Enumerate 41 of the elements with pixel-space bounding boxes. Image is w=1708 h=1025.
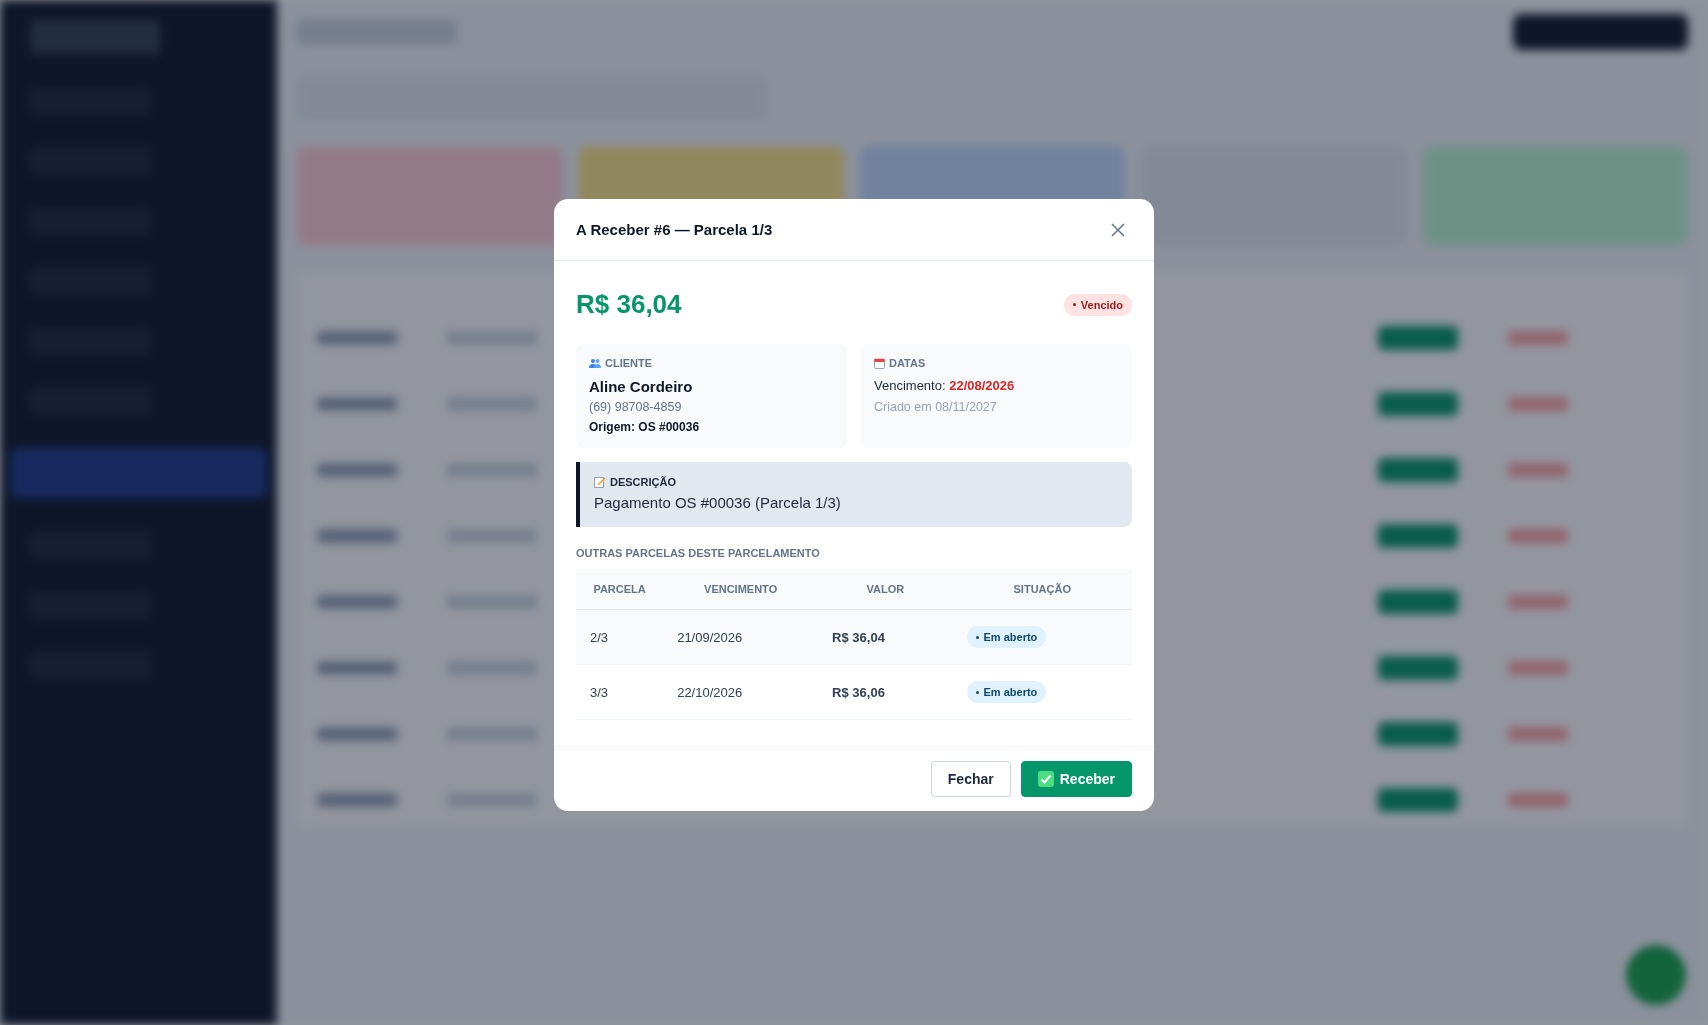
- status-badge: Vencido: [1063, 293, 1132, 316]
- calendar-icon: [874, 357, 885, 369]
- section-label: CLIENTE: [605, 357, 653, 369]
- action-placeholder: [1508, 397, 1568, 411]
- table-cell: 3/3: [576, 664, 664, 720]
- column-header: VENCIMENTO: [663, 569, 819, 610]
- table-cell: 2/3: [576, 609, 664, 665]
- action-placeholder: [1508, 463, 1568, 477]
- close-button[interactable]: Fechar: [930, 761, 1011, 797]
- check-icon: [1037, 771, 1054, 787]
- status-badge: Em aberto: [966, 681, 1047, 703]
- table-cell: R$ 36,04: [818, 609, 953, 665]
- action-placeholder: [1508, 661, 1568, 675]
- section-title: OUTRAS PARCELAS DESTE PARCELAMENTO: [576, 547, 821, 559]
- client-phone: (69) 98708-4859: [589, 400, 683, 414]
- table-cell: R$ 36,06: [818, 664, 953, 720]
- section-label: DATAS: [889, 357, 926, 369]
- memo-icon: [594, 476, 606, 488]
- column-header: VALOR: [818, 569, 953, 610]
- column-header: SITUAÇÃO: [952, 569, 1132, 610]
- people-icon: [589, 358, 601, 368]
- due-label: Vencimento:: [874, 378, 946, 393]
- receive-button[interactable]: Receber: [1020, 761, 1132, 797]
- column-header: PARCELA: [576, 569, 664, 610]
- action-placeholder: [1508, 331, 1568, 345]
- table-cell: 22/10/2026: [663, 664, 819, 720]
- action-placeholder: [1508, 595, 1568, 609]
- description-text: Pagamento OS #00036 (Parcela 1/3): [594, 494, 842, 511]
- due-date: 22/08/2026: [949, 378, 1015, 393]
- action-placeholder: [1508, 727, 1568, 741]
- action-placeholder: [1508, 793, 1568, 807]
- status-badge: Em aberto: [966, 626, 1047, 648]
- modal-title: A Receber #6 — Parcela 1/3: [576, 221, 773, 238]
- amount: R$ 36,04: [576, 289, 682, 320]
- origin-text: Origem: OS #00036: [589, 420, 701, 434]
- created-date: Criado em 08/11/2027: [874, 400, 998, 414]
- close-icon[interactable]: [1110, 221, 1126, 238]
- action-placeholder: [1508, 529, 1568, 543]
- section-label: DESCRIÇÃO: [610, 476, 676, 488]
- client-name: Aline Cordeiro: [589, 378, 694, 395]
- table-cell: 21/09/2026: [663, 609, 819, 665]
